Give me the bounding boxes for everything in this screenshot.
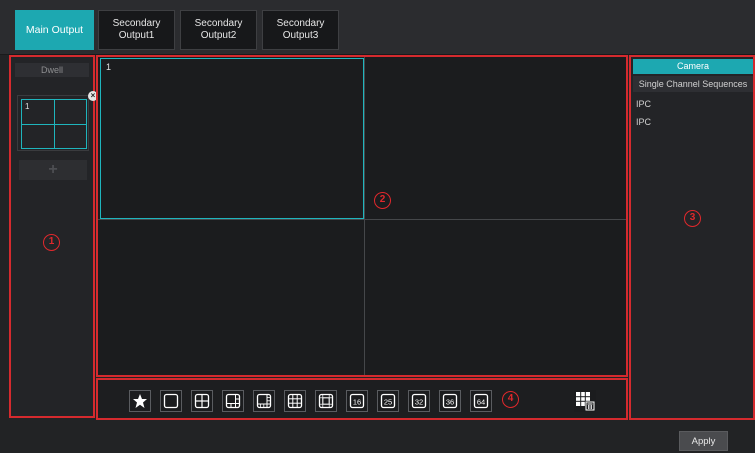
tab-main-output[interactable]: Main Output xyxy=(15,10,94,50)
tab-secondary-output3[interactable]: Secondary Output3 xyxy=(262,10,339,50)
tab-camera[interactable]: Camera xyxy=(633,59,753,74)
output-tabs-bar: Main Output Secondary Output1 Secondary … xyxy=(0,0,755,55)
star-icon[interactable] xyxy=(129,390,151,412)
video-preview-panel: 1 2 xyxy=(96,55,628,377)
layout-25-label: 25 xyxy=(384,398,392,407)
dwell-panel: Dwell 1 × + 1 xyxy=(9,55,98,418)
add-layout-button[interactable]: + xyxy=(19,160,87,180)
camera-list-item[interactable]: IPC xyxy=(636,117,651,127)
layout-9-icon[interactable] xyxy=(284,390,306,412)
video-cell[interactable] xyxy=(365,220,626,375)
marker-2: 2 xyxy=(374,192,391,209)
cell-number: 1 xyxy=(106,62,112,72)
layout-36-icon[interactable]: 36 xyxy=(439,390,461,412)
layout-1-icon[interactable] xyxy=(160,390,182,412)
tab-single-channel-sequences[interactable]: Single Channel Sequences xyxy=(633,76,753,92)
layout-4-icon[interactable] xyxy=(191,390,213,412)
camera-panel: Camera Single Channel Sequences IPC IPC … xyxy=(629,55,755,420)
layout-16-icon[interactable]: 16 xyxy=(346,390,368,412)
camera-list-item[interactable]: IPC xyxy=(636,99,651,109)
layout-32-icon[interactable]: 32 xyxy=(408,390,430,412)
thumbnail-number: 1 xyxy=(25,102,30,111)
dwell-header: Dwell xyxy=(15,63,89,77)
video-cell[interactable] xyxy=(365,57,626,219)
thumbnail-grid: 1 xyxy=(21,99,87,149)
layout-25-icon[interactable]: 25 xyxy=(377,390,399,412)
video-cell-selected[interactable]: 1 xyxy=(100,58,364,219)
dwell-layout-thumbnail[interactable]: 1 xyxy=(17,95,89,151)
marker-1: 1 xyxy=(43,234,60,251)
layout-16-label: 16 xyxy=(353,398,361,407)
marker-4: 4 xyxy=(502,391,519,408)
layout-6-icon[interactable] xyxy=(222,390,244,412)
layout-64-label: 64 xyxy=(477,398,485,407)
apply-button[interactable]: Apply xyxy=(679,431,728,451)
layout-8-icon[interactable] xyxy=(253,390,275,412)
layout-36-label: 36 xyxy=(446,398,454,407)
grid-clear-icon[interactable] xyxy=(574,390,596,412)
layout-13-icon[interactable] xyxy=(315,390,337,412)
marker-3: 3 xyxy=(684,210,701,227)
layout-64-icon[interactable]: 64 xyxy=(470,390,492,412)
tab-secondary-output1[interactable]: Secondary Output1 xyxy=(98,10,175,50)
layout-32-label: 32 xyxy=(415,398,423,407)
layout-toolbar: 16 25 32 36 64 4 xyxy=(96,378,628,420)
video-cell[interactable] xyxy=(98,220,364,375)
tab-secondary-output2[interactable]: Secondary Output2 xyxy=(180,10,257,50)
